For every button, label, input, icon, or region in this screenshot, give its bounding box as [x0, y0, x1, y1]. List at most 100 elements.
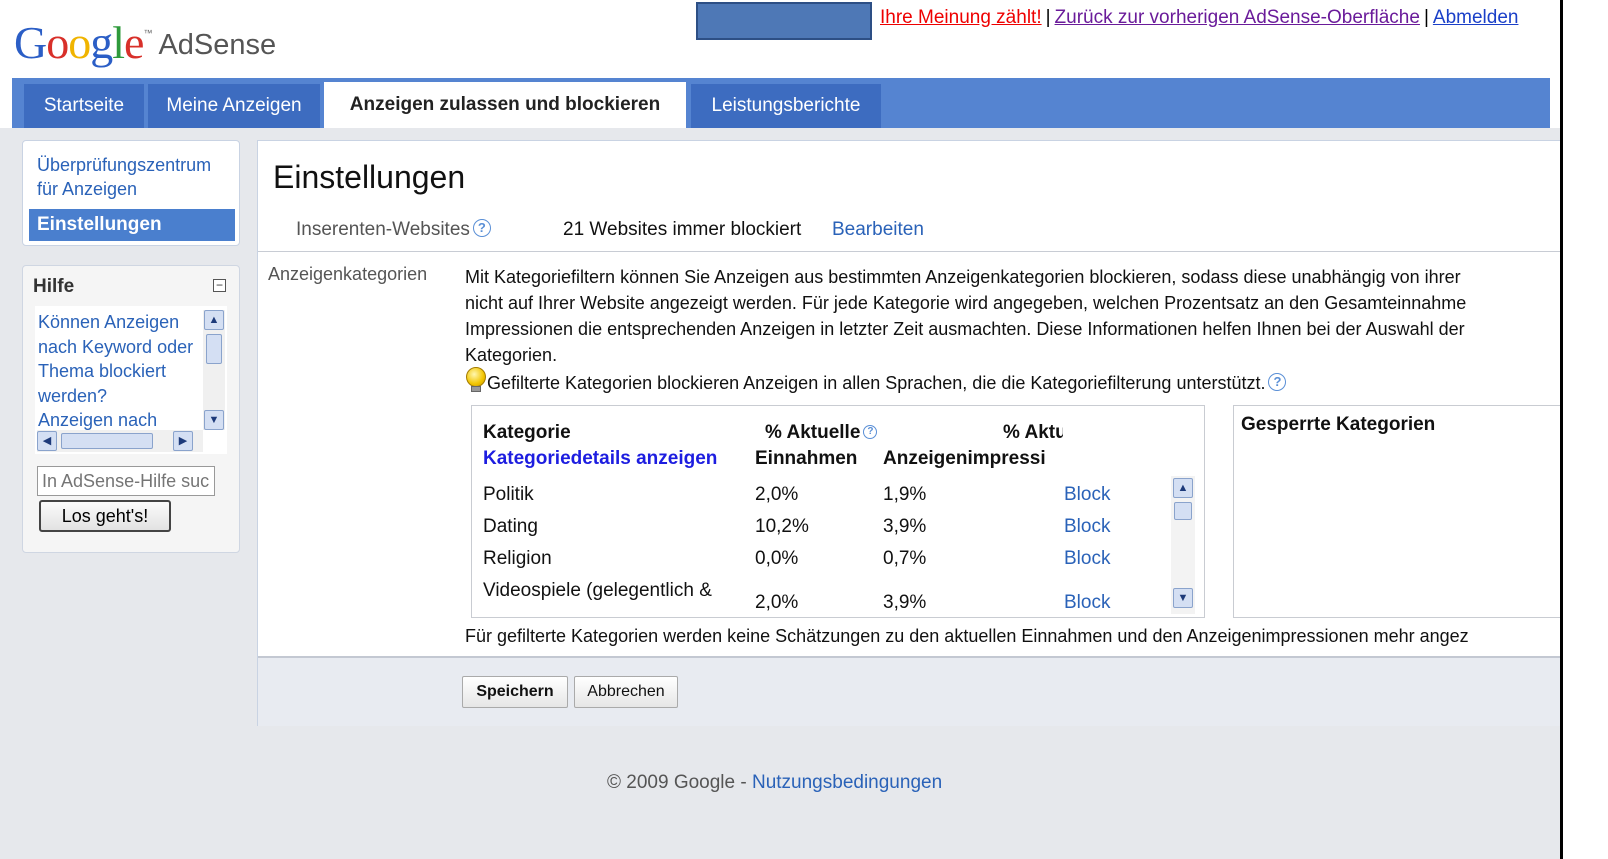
block-link[interactable]: Block — [1064, 484, 1110, 506]
table-row: Videospiele (gelegentlich & 2,0% 3,9% Bl… — [472, 580, 1172, 614]
tab-my-ads[interactable]: Meine Anzeigen — [148, 84, 320, 128]
table-vertical-scrollbar[interactable]: ▲ ▼ — [1171, 476, 1195, 614]
scroll-up-icon[interactable]: ▲ — [1173, 478, 1193, 498]
copyright-text: © 2009 Google - — [607, 772, 747, 793]
scroll-right-icon[interactable]: ▶ — [173, 431, 193, 451]
cancel-button[interactable]: Abbrechen — [574, 676, 678, 708]
block-link[interactable]: Block — [1064, 516, 1110, 538]
revenue-value: 10,2% — [755, 516, 809, 537]
advertiser-websites-text: Inserenten-Websites — [296, 219, 470, 240]
column-header-revenue-line1: % Aktuelle — [765, 422, 861, 443]
previous-interface-link[interactable]: Zurück zur vorherigen AdSense-Oberfläche — [1055, 7, 1420, 28]
revenue-value: 2,0% — [755, 484, 799, 505]
ad-categories-label: Anzeigenkategorien — [268, 264, 428, 284]
help-link-line: Anzeigen nach — [38, 410, 158, 430]
block-link[interactable]: Block — [1064, 592, 1110, 614]
help-link[interactable]: Können Anzeigen nach Keyword oder Thema … — [38, 310, 202, 433]
revenue-value: 0,0% — [755, 548, 799, 569]
help-question-icon[interactable]: ? — [863, 425, 878, 439]
help-link-line: nach Keyword oder — [38, 336, 194, 357]
footer: © 2009 Google - Nutzungsbedingungen — [607, 772, 942, 794]
revenue-value: 2,0% — [755, 592, 799, 613]
scroll-thumb[interactable] — [61, 433, 153, 449]
help-title: Hilfe — [33, 276, 75, 297]
description-line: Mit Kategoriefiltern können Sie Anzeigen… — [465, 267, 1461, 287]
scroll-up-icon[interactable]: ▲ — [204, 310, 224, 330]
redacted-account-box — [696, 2, 872, 40]
description-line: nicht auf Ihrer Website angezeigt werden… — [465, 293, 1467, 313]
blocked-categories-header: Gesperrte Kategorien — [1241, 414, 1436, 435]
column-header-revenue-line2: Einnahmen — [755, 448, 858, 469]
tab-allow-block-ads[interactable]: Anzeigen zulassen und blockieren — [324, 82, 686, 130]
column-header-impressions: % Aktu — [1003, 422, 1063, 443]
column-header-revenue: % Aktuelle? — [765, 422, 878, 444]
edit-advertisers-link[interactable]: Bearbeiten — [832, 219, 924, 241]
table-row: Dating 10,2% 3,9% Block — [472, 516, 1172, 548]
impressions-value: 3,9% — [883, 516, 927, 537]
column-header-impressions-line2: Anzeigenimpressi — [883, 448, 1046, 469]
filter-hint: Gefilterte Kategorien blockieren Anzeige… — [465, 367, 1287, 394]
impressions-value: 0,7% — [883, 548, 927, 569]
lightbulb-icon — [465, 367, 486, 393]
link-separator: | — [1045, 7, 1051, 28]
google-adsense-logo[interactable]: Google ™ AdSense — [14, 8, 276, 68]
filter-hint-text: Gefilterte Kategorien blockieren Anzeige… — [487, 373, 1266, 393]
sidebar-item-label: für Anzeigen — [37, 179, 138, 199]
category-details-link[interactable]: Kategoriedetails anzeigen — [483, 448, 717, 470]
window-edge — [1560, 0, 1608, 859]
settings-panel: Einstellungen Inserenten-Websites? 21 We… — [257, 140, 1573, 726]
filtered-categories-note: Für gefilterte Kategorien werden keine S… — [465, 626, 1469, 646]
categories-description: Mit Kategoriefiltern können Sie Anzeigen… — [465, 264, 1561, 368]
section-divider — [258, 251, 1561, 252]
google-logo-text: Google — [14, 17, 144, 68]
scroll-thumb[interactable] — [1174, 502, 1192, 520]
save-button[interactable]: Speichern — [462, 676, 568, 708]
description-line: Kategorien. — [465, 345, 558, 365]
category-name: Religion — [483, 548, 552, 569]
advertiser-websites-value: 21 Websites immer blockiert — [563, 219, 802, 240]
sidebar-nav: Überprüfungszentrum für Anzeigen Einstel… — [22, 140, 240, 246]
table-row: Politik 2,0% 1,9% Block — [472, 484, 1172, 516]
help-link-line: Können Anzeigen — [38, 312, 180, 332]
help-question-icon[interactable]: ? — [1268, 373, 1287, 391]
trademark-mark: ™ — [143, 28, 153, 38]
tab-home[interactable]: Startseite — [24, 84, 144, 128]
help-search-button[interactable]: Los geht's! — [39, 500, 171, 532]
terms-link[interactable]: Nutzungsbedingungen — [752, 772, 942, 793]
impressions-value: 3,9% — [883, 592, 927, 613]
help-question-icon[interactable]: ? — [472, 219, 491, 237]
column-header-category: Kategorie — [483, 422, 571, 443]
category-name: Politik — [483, 484, 534, 505]
impressions-value: 1,9% — [883, 484, 927, 505]
help-panel: Hilfe − Können Anzeigen nach Keyword ode… — [22, 265, 240, 553]
link-separator: | — [1423, 7, 1429, 28]
block-link[interactable]: Block — [1064, 548, 1110, 570]
blocked-categories-box: Gesperrte Kategorien — [1233, 405, 1573, 618]
category-name: Videospiele (gelegentlich & — [483, 580, 712, 601]
tab-performance-reports[interactable]: Leistungsberichte — [691, 84, 881, 128]
help-search-input[interactable] — [37, 466, 215, 496]
help-links-box: Können Anzeigen nach Keyword oder Thema … — [35, 306, 227, 454]
product-name: AdSense — [158, 29, 277, 61]
scroll-thumb[interactable] — [206, 334, 222, 364]
sidebar-item-ad-review-center[interactable]: Überprüfungszentrum für Anzeigen — [37, 153, 211, 201]
sidebar-item-label: Überprüfungszentrum — [37, 155, 212, 175]
help-vertical-scrollbar[interactable]: ▲ ▼ — [203, 310, 225, 430]
help-horizontal-scrollbar[interactable]: ◀ ▶ — [37, 430, 203, 452]
scroll-down-icon[interactable]: ▼ — [1173, 588, 1193, 608]
feedback-link[interactable]: Ihre Meinung zählt! — [880, 7, 1042, 28]
page-title: Einstellungen — [273, 159, 466, 195]
logout-link[interactable]: Abmelden — [1433, 7, 1519, 28]
description-line: Impressionen die entsprechenden Anzeigen… — [465, 319, 1465, 339]
top-links: Ihre Meinung zählt! | Zurück zur vorherige… — [880, 7, 1518, 29]
scroll-left-icon[interactable]: ◀ — [37, 431, 57, 451]
advertiser-websites-label: Inserenten-Websites? — [296, 219, 491, 241]
collapse-icon[interactable]: − — [213, 279, 226, 292]
window-border — [1560, 0, 1563, 859]
table-row: Religion 0,0% 0,7% Block — [472, 548, 1172, 580]
main-tab-bar: Startseite Meine Anzeigen Anzeigen zulas… — [12, 78, 1550, 130]
help-link-line: Thema blockiert — [38, 361, 167, 381]
sidebar-item-settings[interactable]: Einstellungen — [29, 209, 235, 241]
scroll-down-icon[interactable]: ▼ — [204, 410, 224, 430]
category-name: Dating — [483, 516, 538, 537]
